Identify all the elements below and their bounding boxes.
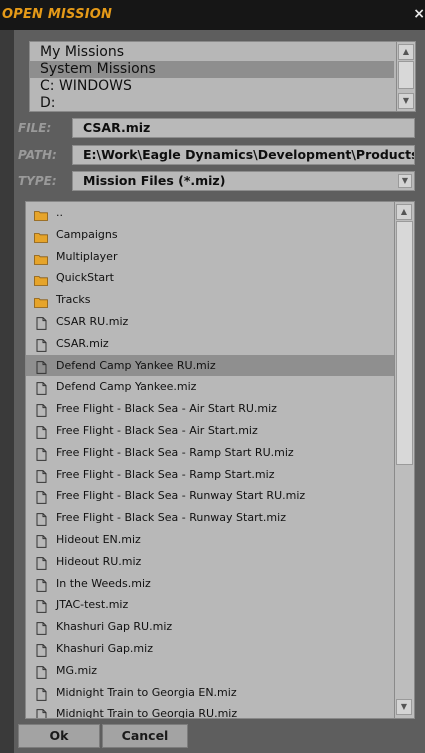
file-row[interactable]: CSAR.miz [26, 333, 394, 355]
row-label: Defend Camp Yankee.miz [56, 380, 197, 394]
row-label: Khashuri Gap RU.miz [56, 620, 173, 634]
row-label: Free Flight - Black Sea - Air Start.miz [56, 424, 258, 437]
row-label: Free Flight - Black Sea - Ramp Start.miz [56, 467, 275, 481]
row-label: Multiplayer [56, 249, 118, 263]
folder-row[interactable]: Campaigns [26, 224, 394, 246]
location-item-d-drive[interactable]: D: [30, 95, 394, 111]
row-label: Midnight Train to Georgia EN.miz [56, 685, 237, 699]
file-type-value: Mission Files (*.miz) [83, 173, 226, 188]
file-row[interactable]: Free Flight - Black Sea - Ramp Start RU.… [26, 442, 394, 464]
row-label: Campaigns [56, 227, 118, 241]
row-label: Hideout RU.miz [56, 554, 142, 568]
close-icon[interactable]: × [413, 6, 425, 22]
row-label: Khashuri Gap.miz [56, 642, 153, 655]
row-label: Free Flight - Black Sea - Runway Start R… [56, 489, 306, 503]
folder-row[interactable]: .. [26, 202, 394, 224]
file-row[interactable]: Midnight Train to Georgia EN.miz [26, 682, 394, 704]
file-row[interactable]: Free Flight - Black Sea - Ramp Start.miz [26, 464, 394, 486]
row-label: Hideout EN.miz [56, 533, 141, 546]
scroll-thumb[interactable] [398, 61, 414, 89]
cancel-button[interactable]: Cancel [102, 724, 188, 748]
location-list[interactable]: My Missions System Missions C: WINDOWS D… [29, 41, 416, 112]
file-row[interactable]: MG.miz [26, 660, 394, 682]
file-list-scrollbar[interactable]: ▲ ▼ [394, 202, 414, 718]
file-row[interactable]: Hideout RU.miz [26, 551, 394, 573]
row-label: .. [56, 206, 63, 219]
folder-row[interactable]: Multiplayer [26, 246, 394, 268]
row-label: CSAR.miz [56, 336, 109, 350]
file-row[interactable]: Khashuri Gap RU.miz [26, 616, 394, 638]
row-label: Defend Camp Yankee RU.miz [56, 358, 216, 372]
row-label: JTAC-test.miz [56, 598, 129, 612]
scroll-down-icon[interactable]: ▼ [396, 699, 412, 715]
file-row[interactable]: Free Flight - Black Sea - Runway Start R… [26, 485, 394, 507]
file-row[interactable]: Midnight Train to Georgia RU.miz [26, 703, 394, 719]
file-row[interactable]: Hideout EN.miz [26, 529, 394, 551]
location-item-c-drive[interactable]: C: WINDOWS [30, 78, 394, 95]
row-label: Midnight Train to Georgia RU.miz [56, 707, 238, 719]
file-row[interactable]: In the Weeds.miz [26, 573, 394, 595]
row-label: MG.miz [56, 663, 98, 677]
title-bar: OPEN MISSION × [0, 0, 425, 30]
file-row[interactable]: Khashuri Gap.miz [26, 638, 394, 660]
file-icon [36, 708, 47, 718]
location-item-system-missions[interactable]: System Missions [30, 61, 394, 78]
file-row[interactable]: Free Flight - Black Sea - Runway Start.m… [26, 507, 394, 529]
path-field[interactable]: E:\Work\Eagle Dynamics\Development\Produ… [72, 145, 415, 165]
folder-row[interactable]: QuickStart [26, 267, 394, 289]
folder-row[interactable]: Tracks [26, 289, 394, 311]
file-type-select[interactable]: Mission Files (*.miz) ▼ [72, 171, 415, 191]
location-item-my-missions[interactable]: My Missions [30, 44, 394, 61]
scroll-thumb[interactable] [396, 221, 413, 465]
row-label: CSAR RU.miz [56, 315, 129, 328]
row-label: In the Weeds.miz [56, 576, 151, 590]
type-label: TYPE: [18, 174, 57, 188]
scroll-up-icon[interactable]: ▲ [398, 44, 414, 60]
file-list[interactable]: .. Campaigns Multiplayer QuickStart Tracks CS… [25, 201, 415, 719]
file-row[interactable]: JTAC-test.miz [26, 594, 394, 616]
file-row[interactable]: CSAR RU.miz [26, 311, 394, 333]
scroll-down-icon[interactable]: ▼ [398, 93, 414, 109]
ok-button[interactable]: Ok [18, 724, 100, 748]
file-row[interactable]: Free Flight - Black Sea - Air Start.miz [26, 420, 394, 442]
file-row[interactable]: Defend Camp Yankee.miz [26, 376, 394, 398]
dialog-title: OPEN MISSION [2, 7, 113, 22]
path-label: PATH: [18, 148, 57, 162]
chevron-down-icon[interactable]: ▼ [398, 174, 412, 188]
file-row[interactable]: Defend Camp Yankee RU.miz [26, 354, 394, 377]
scroll-up-icon[interactable]: ▲ [396, 204, 412, 220]
location-scrollbar[interactable]: ▲ ▼ [396, 42, 415, 111]
file-row[interactable]: Free Flight - Black Sea - Air Start RU.m… [26, 398, 394, 420]
row-label: Tracks [56, 293, 91, 307]
row-label: Free Flight - Black Sea - Runway Start.m… [56, 511, 286, 525]
row-label: Free Flight - Black Sea - Air Start RU.m… [56, 402, 277, 416]
row-label: Free Flight - Black Sea - Ramp Start RU.… [56, 445, 294, 459]
file-name-input[interactable]: CSAR.miz [72, 118, 415, 138]
row-label: QuickStart [56, 271, 114, 285]
file-label: FILE: [18, 121, 52, 135]
